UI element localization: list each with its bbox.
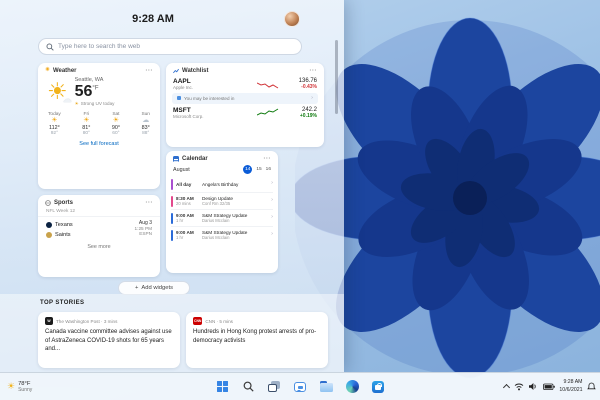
search-icon xyxy=(243,381,254,392)
chat-button[interactable] xyxy=(292,378,309,395)
story-attribution: CNN · 5 mins xyxy=(205,318,233,324)
more-options-icon[interactable]: ··· xyxy=(146,68,154,74)
edge-icon xyxy=(345,380,359,393)
calendar-day[interactable]: 16 xyxy=(266,167,271,172)
weather-icon: ☀ xyxy=(45,67,50,74)
search-input[interactable] xyxy=(58,43,294,50)
sparkline-up-icon xyxy=(257,108,279,116)
notification-bell-icon[interactable] xyxy=(587,382,596,391)
forecast-day[interactable]: Sun ☁ 83° 88° xyxy=(141,112,150,136)
store-bag-icon xyxy=(372,380,384,393)
panel-scrollbar[interactable] xyxy=(335,40,338,114)
sun-icon: ☀ xyxy=(112,116,120,124)
league-label: NFL Week 12 xyxy=(38,208,160,217)
news-story-card[interactable]: W The Washington Post · 3 mins Canada va… xyxy=(38,312,180,368)
see-more-link[interactable]: See more xyxy=(38,244,160,250)
microsoft-store-button[interactable] xyxy=(370,378,387,395)
folder-icon xyxy=(319,381,333,392)
calendar-month[interactable]: August xyxy=(173,167,190,173)
calendar-day[interactable]: 15 xyxy=(256,167,261,172)
add-widgets-button[interactable]: + Add widgets xyxy=(118,281,190,295)
story-headline[interactable]: Hundreds in Hong Kong protest arrests of… xyxy=(186,328,328,345)
watchlist-widget[interactable]: Watchlist ··· AAPL Apple Inc. 136.76 -0.… xyxy=(166,63,324,147)
sports-icon xyxy=(45,200,51,206)
calendar-icon xyxy=(173,156,179,162)
story-attribution: The Washington Post · 3 mins xyxy=(56,318,118,324)
more-options-icon[interactable]: ··· xyxy=(146,200,154,206)
sun-icon: ☀ xyxy=(51,116,58,124)
taskbar-weather-button[interactable]: ☀ 78°F Sunny xyxy=(7,381,32,393)
tray-overflow-chevron-icon[interactable] xyxy=(503,383,511,392)
cloud-icon: ☁ xyxy=(142,116,150,124)
see-full-forecast-link[interactable]: See full forecast xyxy=(38,141,160,147)
suggestion-icon xyxy=(177,96,181,101)
task-view-button[interactable] xyxy=(266,378,283,395)
calendar-widget[interactable]: Calendar ··· August 14 15 16 All day Ang… xyxy=(166,151,278,273)
windows-logo-icon xyxy=(216,381,228,392)
calendar-event[interactable]: 8:30 AM 20 mins Design Update Conf Rm 32/3… xyxy=(171,192,273,209)
forecast-day[interactable]: Today ☀ 112° 92° xyxy=(48,112,61,136)
taskbar-search-button[interactable] xyxy=(240,378,257,395)
web-search-bar[interactable] xyxy=(38,38,302,55)
sparkline-down-icon xyxy=(257,82,279,88)
team-row[interactable]: Saints xyxy=(46,230,135,240)
story-headline[interactable]: Canada vaccine committee advises against… xyxy=(38,328,180,354)
avatar[interactable] xyxy=(284,11,300,27)
uv-status: ☀ Strong UV today xyxy=(74,100,115,107)
start-button[interactable] xyxy=(214,378,231,395)
volume-icon[interactable] xyxy=(528,382,538,391)
calendar-event[interactable]: All day Angela's Birthday › xyxy=(171,176,273,192)
widgets-panel: 9:28 AM ☀ Weather ··· ☀ ☁ Seattle, WA 56… xyxy=(0,0,344,372)
calendar-title: Calendar xyxy=(182,156,208,162)
taskbar: ☀ 78°F Sunny 9:28 AM 10/6/2021 xyxy=(0,372,600,400)
chevron-right-icon: › xyxy=(271,180,273,187)
current-temperature: 56°F xyxy=(74,83,99,100)
news-story-card[interactable]: CNN CNN · 5 mins Hundreds in Hong Kong p… xyxy=(186,312,328,368)
top-stories-heading: TOP STORIES xyxy=(40,300,85,306)
stock-row[interactable]: MSFT Microsoft Corp. 242.2 +0.19% xyxy=(166,105,324,121)
desktop: { "panel": { "time": "9:28 AM", "search_… xyxy=(0,0,600,400)
texans-logo xyxy=(46,222,52,228)
watchlist-icon xyxy=(173,68,179,74)
panel-clock: 9:28 AM xyxy=(132,13,174,25)
battery-icon[interactable] xyxy=(543,383,555,391)
cnn-icon: CNN xyxy=(193,317,203,325)
file-explorer-button[interactable] xyxy=(318,378,335,395)
forecast-day[interactable]: Fri ☀ 81° 80° xyxy=(82,112,90,136)
calendar-day-selected[interactable]: 14 xyxy=(243,165,253,174)
sun-icon: ☀ xyxy=(7,381,16,391)
chevron-right-icon: › xyxy=(271,214,273,221)
search-icon xyxy=(46,43,54,51)
sun-partly-cloudy-icon: ☀ ☁ xyxy=(47,78,72,105)
clock-date-display[interactable]: 9:28 AM 10/6/2021 xyxy=(559,379,582,393)
chevron-right-icon: › xyxy=(311,94,313,101)
saints-logo xyxy=(46,232,52,238)
chevron-right-icon: › xyxy=(271,231,273,238)
wifi-icon[interactable] xyxy=(514,382,524,391)
more-options-icon[interactable]: ··· xyxy=(310,68,318,74)
team-row[interactable]: Texans xyxy=(46,220,135,230)
forecast-day[interactable]: Sat ☀ 90° 60° xyxy=(112,112,120,136)
plus-icon: + xyxy=(135,285,139,291)
chevron-right-icon: › xyxy=(271,197,273,204)
weather-widget[interactable]: ☀ Weather ··· ☀ ☁ Seattle, WA 56°F ☀ Str… xyxy=(38,63,160,189)
sun-icon: ☀ xyxy=(83,116,90,124)
edge-browser-button[interactable] xyxy=(344,378,361,395)
weather-title: Weather xyxy=(52,68,77,74)
watchlist-title: Watchlist xyxy=(182,68,209,74)
forecast-row: Today ☀ 112° 92° Fri ☀ 81° 80° Sat ☀ 90°… xyxy=(38,107,160,136)
washington-post-icon: W xyxy=(45,317,53,325)
task-view-icon xyxy=(268,381,280,392)
watchlist-suggestion[interactable]: You may be interested in › xyxy=(172,93,318,104)
stock-row[interactable]: AAPL Apple Inc. 136.76 -0.43% xyxy=(166,76,324,92)
more-options-icon[interactable]: ··· xyxy=(264,156,272,162)
calendar-event[interactable]: 9:00 AM 1 hr S&M Strategy Update Darius Mc… xyxy=(171,209,273,226)
calendar-event[interactable]: 9:00 AM 1 hr S&M Strategy Update Darius Mc… xyxy=(171,226,273,243)
chat-icon xyxy=(294,381,306,392)
cloud-icon: ☁ xyxy=(62,94,72,105)
game-meta: Aug 3 1:25 PM ESPN xyxy=(134,220,152,236)
sports-title: Sports xyxy=(54,200,74,206)
sports-widget[interactable]: Sports ··· NFL Week 12 Texans Saints Aug… xyxy=(38,195,160,277)
uv-icon: ☀ xyxy=(74,100,79,106)
